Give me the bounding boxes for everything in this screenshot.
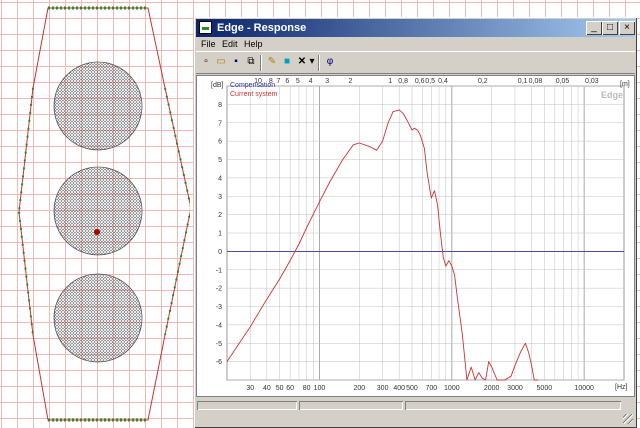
y-tick-label: -5 bbox=[216, 341, 222, 348]
copy-icon[interactable]: ⧉ bbox=[244, 55, 258, 69]
phi-icon[interactable]: φ bbox=[323, 55, 337, 69]
top-tick-label: 0,2 bbox=[478, 78, 488, 85]
cross-icon[interactable]: ✕ bbox=[295, 55, 309, 69]
y-tick-labels: 8 7 6 5 4 3 2 1 0 -1 -2 -3 -4 -5 -6 bbox=[216, 102, 222, 366]
x-tick-label: 60 bbox=[286, 385, 294, 392]
x-tick-label: 700 bbox=[425, 385, 437, 392]
close-button[interactable]: × bbox=[619, 21, 635, 35]
x-tick-label: 30 bbox=[246, 385, 254, 392]
menu-bar: File Edit Help bbox=[196, 37, 635, 51]
x-tick-label: 3000 bbox=[507, 385, 523, 392]
resize-grip[interactable] bbox=[623, 414, 633, 424]
y-tick-label: 2 bbox=[218, 212, 222, 219]
menu-edit[interactable]: Edit bbox=[222, 37, 238, 51]
x-tick-label: 500 bbox=[406, 385, 418, 392]
x-tick-label: 300 bbox=[377, 385, 389, 392]
legend-compensation: Compensation bbox=[230, 82, 275, 89]
top-tick-label: 0,6 bbox=[415, 78, 425, 85]
x-tick-label: 80 bbox=[303, 385, 311, 392]
top-tick-label: 4 bbox=[309, 78, 313, 85]
y-axis-unit: [dB] bbox=[211, 82, 224, 89]
driver-bottom[interactable] bbox=[53, 273, 143, 363]
y-tick-label: 5 bbox=[218, 157, 222, 164]
top-tick-label: 0,08 bbox=[529, 78, 543, 85]
top-tick-label: 5 bbox=[296, 78, 300, 85]
top-tick-label: 0,05 bbox=[556, 78, 570, 85]
x-tick-label: 50 bbox=[276, 385, 284, 392]
toolbar: ▫ ▭ ▪ ⧉ ✎ ■ ✕ ▾ φ bbox=[196, 51, 635, 74]
driver-middle[interactable] bbox=[53, 166, 143, 256]
y-tick-label: 0 bbox=[218, 249, 222, 256]
y-tick-label: 7 bbox=[218, 120, 222, 127]
maximize-button[interactable]: □ bbox=[602, 21, 618, 35]
response-window[interactable]: Edge - Response _ □ × File Edit Help ▫ ▭… bbox=[194, 17, 637, 428]
x-tick-label: 200 bbox=[353, 385, 365, 392]
x-tick-label: 40 bbox=[263, 385, 271, 392]
y-tick-label: -6 bbox=[216, 359, 222, 366]
menu-help[interactable]: Help bbox=[244, 37, 263, 51]
baffle-drawing[interactable] bbox=[0, 0, 190, 428]
y-tick-label: -1 bbox=[216, 267, 222, 274]
y-tick-label: 1 bbox=[218, 231, 222, 238]
x-tick-label: 1000 bbox=[444, 385, 460, 392]
save-icon[interactable]: ▪ bbox=[229, 55, 243, 69]
top-tick-label: 0,8 bbox=[398, 78, 408, 85]
menu-file[interactable]: File bbox=[201, 37, 216, 51]
dropdown-arrow-icon[interactable]: ▾ bbox=[308, 55, 316, 69]
listening-point-marker[interactable] bbox=[94, 229, 100, 235]
driver-top[interactable] bbox=[53, 61, 143, 151]
legend-current-system: Current system bbox=[230, 91, 278, 98]
top-tick-label: 0,4 bbox=[438, 78, 448, 85]
y-tick-label: 3 bbox=[218, 194, 222, 201]
top-tick-label: 0,5 bbox=[425, 78, 435, 85]
top-tick-label: 6 bbox=[285, 78, 289, 85]
y-tick-label: 6 bbox=[218, 139, 222, 146]
top-tick-label: 7 bbox=[277, 78, 281, 85]
top-tick-label: 1 bbox=[388, 78, 392, 85]
y-tick-label: -4 bbox=[216, 322, 222, 329]
app-icon bbox=[199, 21, 212, 34]
x-tick-labels: 30 40 50 60 80 100 200 300 400 500 700 1000 2000 3000… bbox=[246, 385, 594, 392]
series-lines bbox=[226, 109, 624, 381]
y-tick-label: 4 bbox=[218, 175, 222, 182]
status-panel bbox=[299, 401, 403, 410]
top-tick-label: 0,1 bbox=[518, 78, 528, 85]
title-bar[interactable]: Edge - Response _ □ × bbox=[196, 19, 635, 37]
response-chart[interactable]: 30 40 50 60 80 100 200 300 400 500 700 1000 2000 3000… bbox=[197, 76, 634, 396]
toolbar-separator bbox=[260, 55, 262, 71]
status-panel bbox=[197, 401, 297, 410]
x-tick-label: 2000 bbox=[484, 385, 500, 392]
top-tick-label: 3 bbox=[325, 78, 329, 85]
x-axis-unit: [Hz] bbox=[615, 384, 628, 391]
y-tick-label: -3 bbox=[216, 304, 222, 311]
y-tick-label: 8 bbox=[218, 102, 222, 109]
top-tick-labels: 10 8 7 6 5 4 3 2 1 0,8 0,6 0,5 0,4 0,2 0,1 0,08 0,05 0,03 bbox=[254, 78, 599, 85]
status-panel bbox=[405, 401, 621, 410]
watermark-label: Edge bbox=[601, 90, 623, 100]
x-tick-label: 100 bbox=[314, 385, 326, 392]
top-tick-label: 0,03 bbox=[585, 78, 599, 85]
x-tick-label: 400 bbox=[393, 385, 405, 392]
top-axis-unit: [m] bbox=[620, 81, 630, 88]
minimize-button[interactable]: _ bbox=[586, 21, 602, 35]
cyan-square-icon[interactable]: ■ bbox=[280, 55, 294, 69]
y-tick-label: -2 bbox=[216, 286, 222, 293]
top-tick-label: 2 bbox=[349, 78, 353, 85]
status-bar bbox=[196, 399, 635, 426]
x-tick-label: 5000 bbox=[537, 385, 553, 392]
window-title: Edge - Response bbox=[217, 22, 307, 34]
open-folder-icon[interactable]: ▭ bbox=[214, 55, 228, 69]
chart-grid bbox=[226, 85, 625, 381]
x-tick-label: 10000 bbox=[574, 385, 594, 392]
new-file-icon[interactable]: ▫ bbox=[199, 55, 213, 69]
plot-area[interactable]: 30 40 50 60 80 100 200 300 400 500 700 1000 2000 3000… bbox=[196, 75, 635, 397]
toolbar-separator bbox=[318, 55, 320, 71]
pencil-icon[interactable]: ✎ bbox=[265, 55, 279, 69]
